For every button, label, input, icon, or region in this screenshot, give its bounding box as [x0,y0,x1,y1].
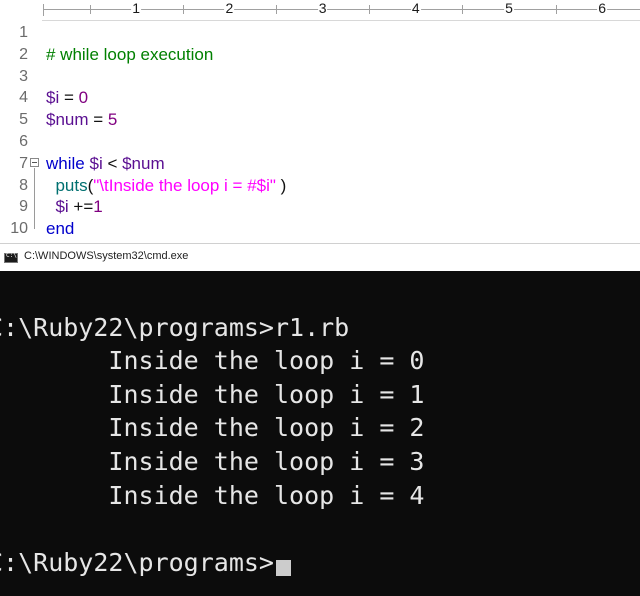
code-editor[interactable]: 123456 1 2 # while loop execution 3 4 $i = 05… [0,0,640,240]
line-number: 8 [19,176,28,194]
code-line[interactable]: 5 $num = 5 [0,109,640,131]
code-line[interactable]: 10 end [0,218,640,240]
console-line: Inside the loop i = 1 [0,378,425,411]
code-token: 5 [107,110,118,130]
line-number: 4 [19,89,28,107]
line-number: 3 [19,67,28,85]
code-token: $num [46,110,89,130]
ruler-tick [369,5,371,14]
code-text: $i +=1 [46,196,103,218]
code-token: < [102,153,123,173]
code-text: # while loop execution [46,44,213,66]
code-line[interactable]: 6 [0,131,640,153]
cmd-title: C:\WINDOWS\system32\cmd.exe [24,250,189,262]
line-number: 1 [19,24,28,41]
code-line[interactable]: 4 $i = 0 [0,87,640,109]
code-line[interactable]: 2 # while loop execution [0,44,640,66]
code-token: $i [46,88,60,108]
code-text: while $i < $num [46,153,165,175]
ruler-number: 6 [597,0,608,16]
column-ruler: 1 2 3 4 5 6 [0,0,640,21]
fold-collapse-icon[interactable] [30,157,39,167]
code-token: end [46,219,75,239]
ruler-track: 1 2 3 4 5 6 [43,0,640,20]
ruler-tick [276,5,277,14]
code-token: = [88,110,108,130]
ruler-tick [555,5,557,14]
console-text: Inside the loop i = 2 [0,413,425,443]
code-text: $num = 5 [46,109,117,131]
console-line: Inside the loop i = 2 [0,411,425,444]
ruler-tick [89,5,91,14]
code-token: $num [122,153,165,173]
code-area[interactable]: 1 2 # while loop execution 3 4 $i = 0 5 $num = … [0,20,640,240]
line-number: 6 [19,133,28,150]
code-token: $i [55,197,69,217]
line-number: 10 [10,220,28,238]
code-line[interactable]: 9 $i +=1 [0,196,640,218]
console-text: Inside the loop i = 3 [0,447,425,476]
ruler-number: 3 [317,0,328,16]
ruler-number: 2 [224,0,235,16]
code-line[interactable]: 7 while $i < $num [0,153,640,175]
console-text: Inside the loop i = 4 [0,480,425,510]
ruler-number: 5 [504,0,514,16]
code-line[interactable]: 1 [0,22,640,44]
code-token: $i [89,153,103,173]
code-text: end [46,218,74,240]
code-text: $i = 0 [46,87,88,109]
code-token: puts [55,175,88,195]
code-token: ) [275,175,287,195]
ruler-tick [462,5,464,14]
code-token: 1 [93,197,103,217]
code-token: += [68,197,94,217]
console-cursor [275,559,291,576]
console-line: C:\Ruby22\programs> [0,546,291,579]
console-text: C:\Ruby22\programs>r1.rb [0,312,350,342]
ruler-number: 4 [410,0,421,16]
console-output[interactable]: C:\Ruby22\programs>r1.rb Inside the loop… [0,271,640,596]
fold-guide-line [34,167,35,230]
ruler-tick [182,5,184,14]
code-line[interactable]: 8 puts("\tInside the loop i = #$i" ) [0,175,640,197]
code-token: # while loop execution [46,44,214,64]
console-text: Inside the loop i = 0 [0,346,425,376]
ruler-number: 1 [131,0,142,16]
line-number: 7 [19,154,28,172]
code-token: 0 [78,88,89,108]
console-line: Inside the loop i = 4 [0,479,425,512]
console-line: Inside the loop i = 0 [0,344,425,377]
console-text: Inside the loop i = 1 [0,379,425,409]
code-token: = [59,88,79,108]
console-text: C:\Ruby22\programs> [0,547,274,577]
console-line: C:\Ruby22\programs>r1.rb [0,311,349,344]
line-number: 5 [19,111,28,129]
console-line: Inside the loop i = 3 [0,445,425,478]
code-text: puts("\tInside the loop i = #$i" ) [46,175,286,197]
line-number: 2 [19,45,28,63]
code-token: "\tInside the loop i = #$i" [93,175,276,195]
cmd-window[interactable]: C:\WINDOWS\system32\cmd.exe C:\Ruby22\pr… [0,243,640,596]
code-token: while [46,153,85,173]
ruler-tick [43,4,44,16]
cmd-icon [4,252,18,263]
code-line[interactable]: 3 [0,66,640,88]
cmd-titlebar[interactable]: C:\WINDOWS\system32\cmd.exe [0,243,640,272]
line-number: 9 [19,198,28,216]
